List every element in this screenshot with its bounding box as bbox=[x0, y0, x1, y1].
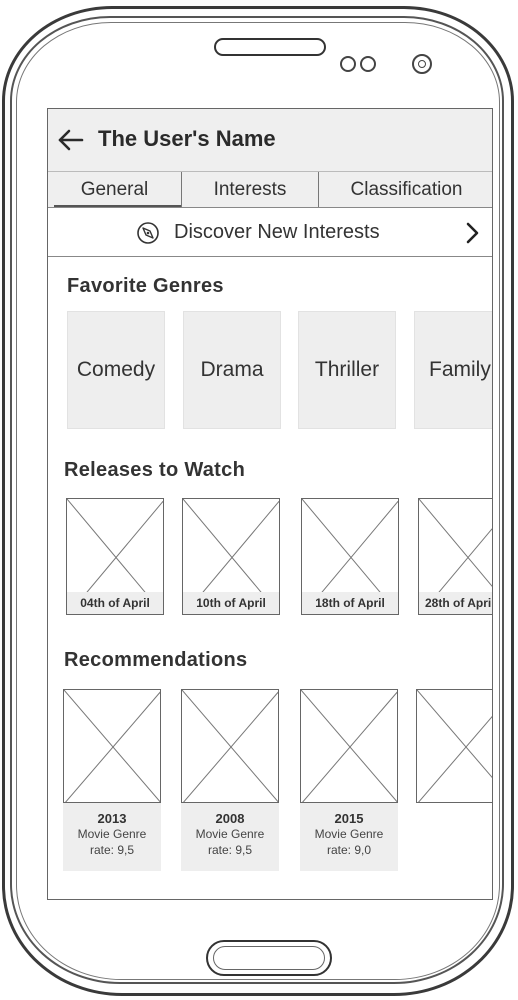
release-date: 18th of April bbox=[302, 592, 398, 614]
recommendation-image bbox=[63, 689, 161, 803]
compass-icon bbox=[137, 222, 159, 244]
discover-label: Discover New Interests bbox=[174, 221, 380, 243]
recommendation-rate: rate: 9,0 bbox=[326, 843, 372, 857]
tab-classification[interactable]: Classification bbox=[318, 172, 492, 208]
release-card[interactable]: 28th of April bbox=[418, 498, 492, 615]
recommendation-genre: Movie Genre bbox=[195, 827, 265, 841]
genre-card-drama[interactable]: Drama bbox=[183, 311, 281, 429]
genre-label: Thriller bbox=[314, 358, 380, 381]
recommendation-rate: rate: 9,5 bbox=[89, 843, 135, 857]
sensor-icon bbox=[360, 56, 376, 72]
app-bar: The User's Name bbox=[48, 109, 492, 171]
sensor-icon bbox=[340, 56, 356, 72]
recommendation-year: 2008 bbox=[215, 811, 245, 826]
releases-title: Releases to Watch bbox=[64, 459, 246, 481]
genre-label: Comedy bbox=[76, 358, 156, 381]
recommendation-genre: Movie Genre bbox=[314, 827, 384, 841]
recommendation-image bbox=[181, 689, 279, 803]
home-button[interactable] bbox=[206, 940, 332, 976]
genre-card-family[interactable]: Family bbox=[414, 311, 492, 429]
genre-card-thriller[interactable]: Thriller bbox=[298, 311, 396, 429]
recommendations-title: Recommendations bbox=[64, 649, 248, 671]
recommendation-info: 2008 Movie Genre rate: 9,5 bbox=[181, 803, 279, 871]
recommendation-year: 2015 bbox=[334, 811, 364, 826]
genre-label: Family bbox=[429, 358, 491, 381]
tab-general[interactable]: General bbox=[48, 172, 181, 208]
chevron-right-icon[interactable] bbox=[462, 221, 482, 245]
page-title: The User's Name bbox=[98, 126, 276, 151]
arrow-left-icon[interactable] bbox=[56, 125, 86, 155]
image-placeholder-icon bbox=[64, 690, 160, 802]
recommendation-info: 2013 Movie Genre rate: 9,5 bbox=[63, 803, 161, 871]
recommendation-year: 2013 bbox=[97, 811, 127, 826]
recommendation-genre: Movie Genre bbox=[77, 827, 147, 841]
genre-label: Drama bbox=[200, 358, 264, 381]
camera-icon bbox=[412, 54, 432, 74]
discover-interests-button[interactable]: Discover New Interests bbox=[48, 207, 492, 257]
release-card[interactable]: 04th of April bbox=[66, 498, 164, 615]
speaker-grille bbox=[214, 38, 326, 56]
recommendation-image bbox=[416, 689, 492, 803]
release-date: 10th of April bbox=[183, 592, 279, 614]
genre-card-comedy[interactable]: Comedy bbox=[67, 311, 165, 429]
favorite-genres-title: Favorite Genres bbox=[67, 275, 224, 297]
recommendation-image bbox=[300, 689, 398, 803]
release-card[interactable]: 18th of April bbox=[301, 498, 399, 615]
release-date: 28th of April bbox=[419, 592, 492, 614]
release-date: 04th of April bbox=[67, 592, 163, 614]
release-card[interactable]: 10th of April bbox=[182, 498, 280, 615]
image-placeholder-icon bbox=[301, 690, 397, 802]
tab-interests[interactable]: Interests bbox=[181, 172, 318, 208]
recommendation-rate: rate: 9,5 bbox=[207, 843, 253, 857]
image-placeholder-icon bbox=[182, 690, 278, 802]
image-placeholder-icon bbox=[417, 690, 492, 802]
recommendation-info: 2015 Movie Genre rate: 9,0 bbox=[300, 803, 398, 871]
tab-bar: General Interests Classification bbox=[48, 171, 492, 208]
screen: The User's Name General Interests Classi… bbox=[47, 108, 493, 900]
